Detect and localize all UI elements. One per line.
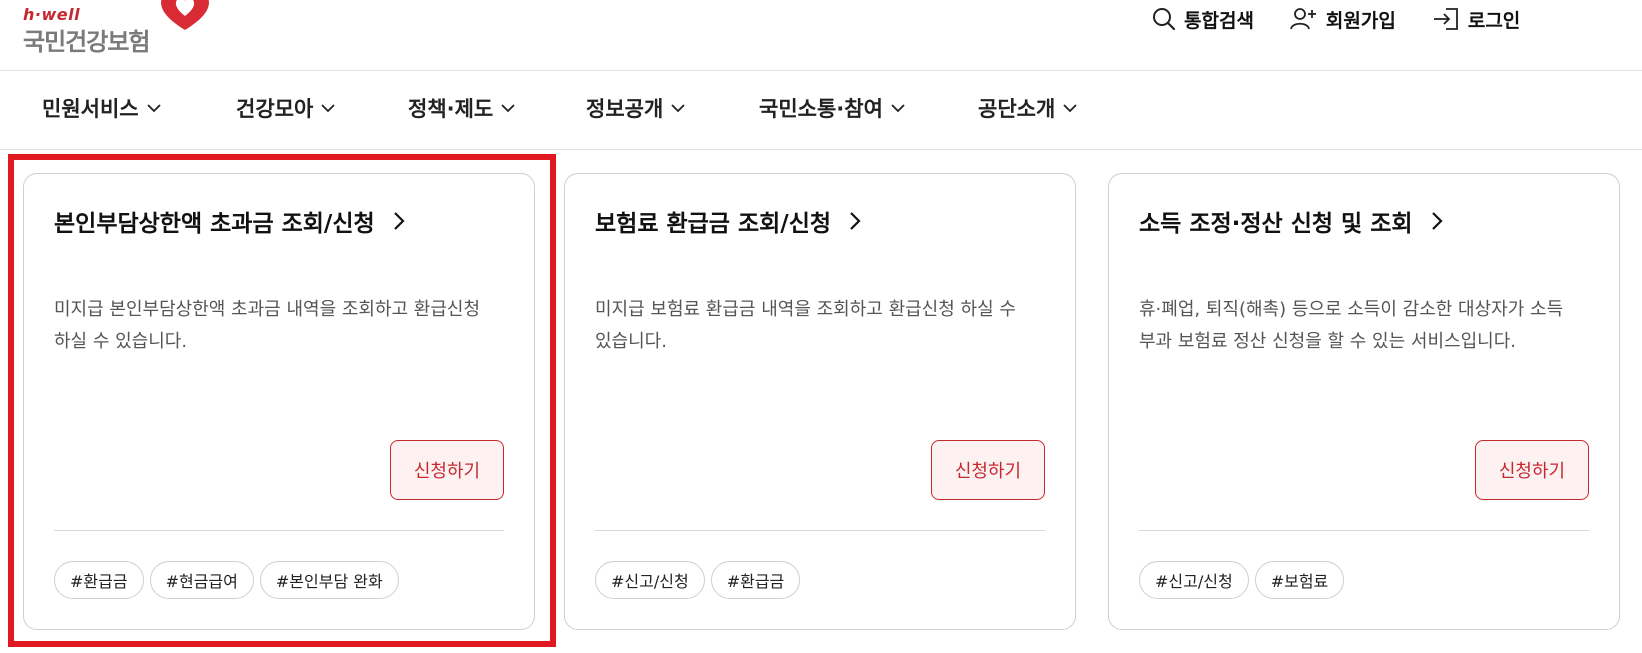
site-header: h·well 국민건강보험 통합검색 회원가입 로그인 (0, 0, 1642, 71)
chevron-right-icon (393, 212, 405, 230)
card-description: 미지급 본인부담상한액 초과금 내역을 조회하고 환급신청 하실 수 있습니다. (54, 299, 481, 352)
nav-item-health[interactable]: 건강모아 (236, 93, 335, 123)
tag-chip[interactable]: #보험료 (1254, 561, 1345, 599)
tag-list: #신고/신청 #보험료 (1139, 561, 1345, 599)
chevron-right-icon (850, 212, 861, 230)
card-title-link[interactable]: 소득 조정·정산 신청 및 조회 (1139, 204, 1443, 238)
login-link-label: 로그인 (1467, 9, 1521, 32)
chevron-right-icon (1431, 212, 1443, 230)
nav-item-label: 국민소통·참여 (759, 97, 883, 121)
chevron-down-icon (671, 104, 685, 113)
heart-icon (161, 0, 209, 30)
card-title-link[interactable]: 보험료 환급금 조회/신청 (595, 204, 861, 238)
nav-item-label: 정보공개 (586, 97, 664, 121)
signup-link[interactable]: 회원가입 (1290, 6, 1396, 33)
service-card-premium-refund: 보험료 환급금 조회/신청 미지급 보험료 환급금 내역을 조회하고 환급신청 … (564, 173, 1076, 630)
card-title: 보험료 환급금 조회/신청 (595, 211, 832, 237)
nav-item-about[interactable]: 공단소개 (978, 93, 1077, 123)
chevron-down-icon (1063, 104, 1077, 113)
service-card-income-adjustment: 소득 조정·정산 신청 및 조회 휴·폐업, 퇴직(해촉) 등으로 소득이 감소… (1108, 173, 1620, 630)
tag-chip[interactable]: #현금급여 (149, 561, 254, 599)
main-nav: 민원서비스 건강모아 정책·제도 정보공개 국민소통·참여 공단소개 (0, 71, 1642, 150)
user-add-icon (1290, 8, 1316, 30)
nav-item-communication[interactable]: 국민소통·참여 (759, 93, 905, 123)
apply-button[interactable]: 신청하기 (390, 440, 504, 500)
service-card-copay-refund: 본인부담상한액 초과금 조회/신청 미지급 본인부담상한액 초과금 내역을 조회… (23, 173, 535, 630)
apply-button[interactable]: 신청하기 (931, 440, 1045, 500)
nav-item-civil-service[interactable]: 민원서비스 (42, 93, 161, 123)
tag-chip[interactable]: #본인부담 완화 (259, 561, 399, 599)
utility-menu: 통합검색 회원가입 로그인 (1152, 0, 1520, 38)
tag-chip[interactable]: #환급금 (710, 561, 801, 599)
signup-link-label: 회원가입 (1325, 9, 1396, 32)
card-title: 소득 조정·정산 신청 및 조회 (1139, 211, 1413, 237)
tag-list: #신고/신청 #환급금 (595, 561, 801, 599)
chevron-down-icon (501, 104, 515, 113)
nav-item-label: 건강모아 (236, 97, 314, 121)
chevron-down-icon (891, 104, 905, 113)
card-description: 휴·폐업, 퇴직(해촉) 등으로 소득이 감소한 대상자가 소득 부과 보험료 … (1139, 299, 1564, 352)
search-link[interactable]: 통합검색 (1152, 6, 1254, 33)
nav-item-info[interactable]: 정보공개 (586, 93, 685, 123)
tag-chip[interactable]: #신고/신청 (1139, 561, 1249, 599)
card-title: 본인부담상한액 초과금 조회/신청 (54, 211, 375, 237)
nav-item-policy[interactable]: 정책·제도 (408, 93, 515, 123)
nav-item-label: 공단소개 (978, 97, 1056, 121)
card-divider (54, 530, 504, 531)
tag-chip[interactable]: #신고/신청 (595, 561, 705, 599)
card-divider (595, 530, 1045, 531)
card-divider (1139, 530, 1589, 531)
site-logo[interactable]: h·well 국민건강보험 (23, 0, 209, 56)
card-description: 미지급 보험료 환급금 내역을 조회하고 환급신청 하실 수 있습니다. (595, 299, 1016, 352)
nav-item-label: 민원서비스 (42, 97, 139, 121)
chevron-down-icon (321, 104, 335, 113)
search-icon (1153, 8, 1176, 31)
card-title-link[interactable]: 본인부담상한액 초과금 조회/신청 (54, 204, 405, 238)
apply-button[interactable]: 신청하기 (1475, 440, 1589, 500)
nav-item-label: 정책·제도 (408, 97, 494, 121)
logo-main-text: 국민건강보험 (23, 28, 150, 56)
tag-list: #환급금 #현금급여 #본인부담 완화 (54, 561, 399, 599)
login-icon (1433, 8, 1458, 30)
login-link[interactable]: 로그인 (1432, 6, 1520, 33)
chevron-down-icon (146, 104, 161, 113)
search-link-label: 통합검색 (1184, 9, 1254, 32)
tag-chip[interactable]: #환급금 (54, 561, 144, 599)
